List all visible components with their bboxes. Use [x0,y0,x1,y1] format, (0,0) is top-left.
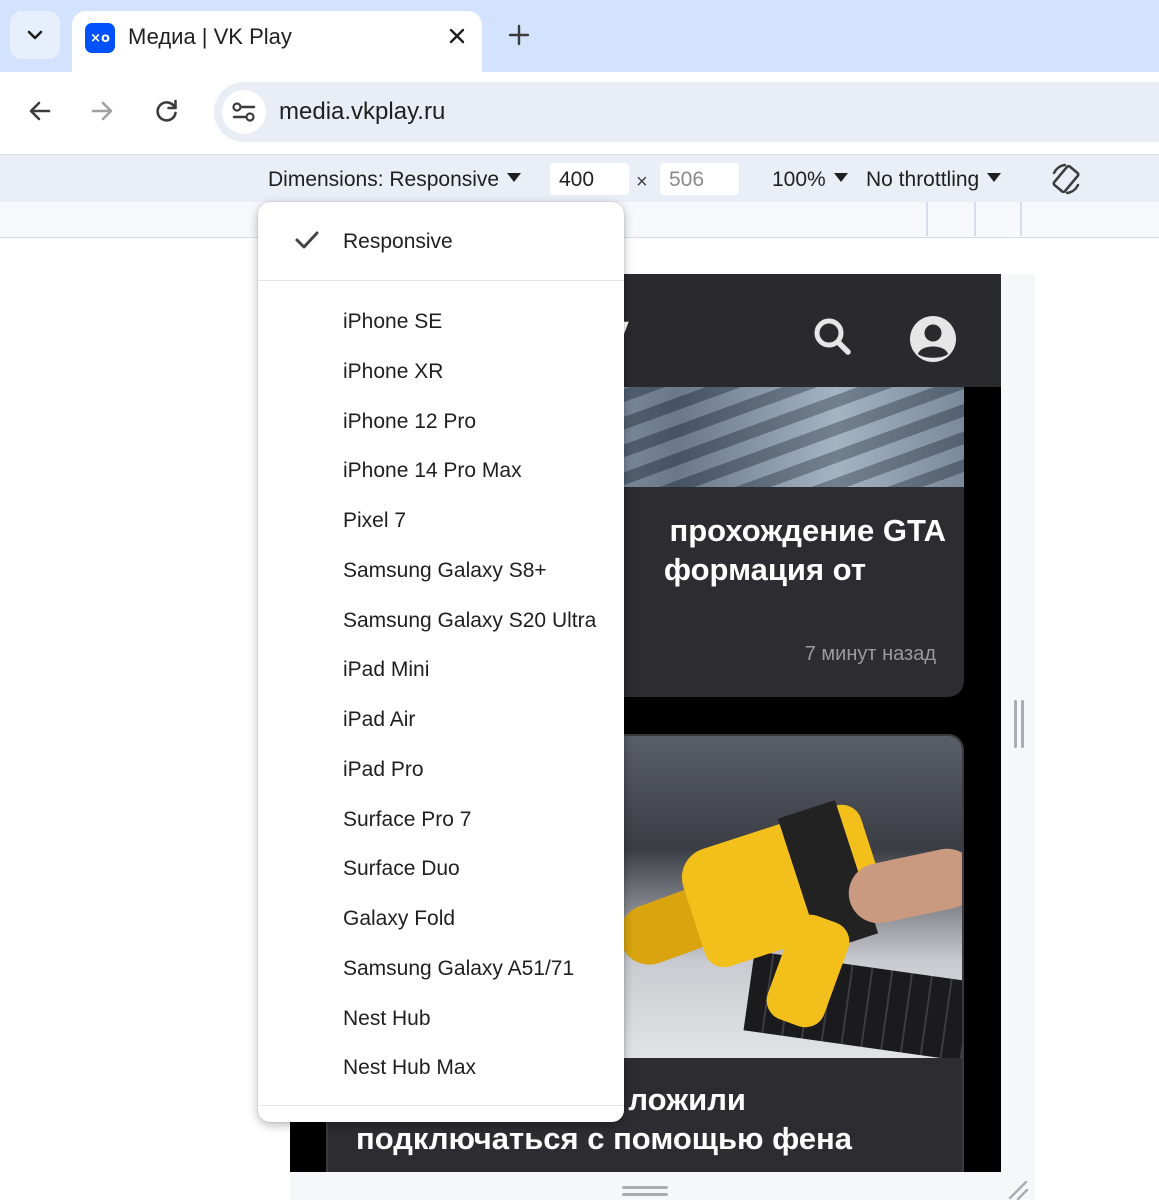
resize-handle-right[interactable] [1012,700,1026,748]
menu-item-device[interactable]: Samsung Galaxy S20 Ultra [343,609,596,633]
ruler-tick[interactable] [1020,202,1022,236]
article-title-line: подключаться с помощью фена [356,1121,853,1156]
menu-item-responsive[interactable]: Responsive [343,230,453,254]
plus-icon [508,24,530,46]
times-separator: × [636,171,648,193]
vkplay-favicon-icon: ×o [85,23,115,53]
new-tab-button[interactable] [500,16,538,54]
caret-down-icon [987,173,1002,182]
width-input[interactable]: 400 [550,163,629,195]
menu-item-device[interactable]: Galaxy Fold [343,907,455,931]
tab-strip: ×o Медиа | VK Play [0,0,1159,72]
browser-tab-active[interactable]: ×o Медиа | VK Play [72,11,482,72]
check-icon [295,231,319,249]
back-button[interactable] [20,89,60,133]
article-time: 7 минут назад [804,643,936,665]
close-icon [449,28,465,44]
menu-item-device[interactable]: iPhone 14 Pro Max [343,459,522,483]
ruler-tick[interactable] [926,202,928,236]
device-dropdown-menu: Responsive iPhone SE iPhone XR iPhone 12… [258,202,624,1122]
zoom-dropdown[interactable]: 100% [772,168,848,192]
site-search-button[interactable] [810,314,854,358]
reload-icon [156,99,177,122]
rotate-button[interactable] [1048,161,1084,197]
menu-item-device[interactable]: Surface Duo [343,857,460,881]
resize-corner-icon [1008,1180,1029,1200]
dimensions-label: Dimensions: Responsive [268,168,500,191]
dimensions-dropdown[interactable]: Dimensions: Responsive [268,168,522,192]
article-title-line: прохождение GTA [669,513,947,548]
tab-close-button[interactable] [442,21,472,51]
tab-title: Медиа | VK Play [128,24,292,49]
menu-separator [258,280,624,281]
caret-down-icon [507,173,522,182]
article-title-line: формация от [663,552,866,587]
menu-item-device[interactable]: iPhone SE [343,310,442,334]
rotate-icon [1052,163,1080,195]
menu-item-device[interactable]: Nest Hub [343,1007,431,1031]
caret-down-icon [833,173,848,182]
url-text: media.vkplay.ru [279,98,446,125]
menu-item-device[interactable]: Samsung Galaxy S8+ [343,559,547,583]
throttling-dropdown[interactable]: No throttling [866,168,1002,192]
browser-toolbar: media.vkplay.ru [0,72,1159,154]
menu-item-device[interactable]: Samsung Galaxy A51/71 [343,957,574,981]
menu-separator [258,1105,624,1106]
device-toolbar: Dimensions: Responsive 400 × 506 100% No… [0,154,1159,202]
height-input[interactable]: 506 [660,163,739,195]
menu-item-device[interactable]: Pixel 7 [343,509,406,533]
menu-item-device[interactable]: iPhone 12 Pro [343,410,476,434]
reload-button[interactable] [147,89,187,133]
user-icon [910,316,956,362]
arrow-right-icon [91,101,113,121]
ruler-tick[interactable] [974,202,976,236]
menu-item-device[interactable]: Nest Hub Max [343,1056,476,1080]
address-bar[interactable]: media.vkplay.ru [214,82,1159,142]
arrow-left-icon [29,101,51,121]
site-info-button[interactable] [222,90,266,134]
forward-button[interactable] [82,89,122,133]
throttling-value: No throttling [866,168,980,191]
search-icon [814,318,851,355]
zoom-value: 100% [772,168,826,191]
menu-item-device[interactable]: iPad Pro [343,758,424,782]
resize-handle-bottom[interactable] [622,1186,668,1198]
chevron-down-icon [27,30,43,40]
menu-item-device[interactable]: iPhone XR [343,360,443,384]
site-profile-button[interactable] [908,314,958,364]
resize-corner-handle[interactable] [1006,1178,1030,1200]
tab-search-button[interactable] [10,11,60,59]
menu-item-device[interactable]: Surface Pro 7 [343,808,471,832]
menu-item-device[interactable]: iPad Air [343,708,415,732]
tune-icon [232,102,256,122]
menu-item-device[interactable]: iPad Mini [343,658,429,682]
